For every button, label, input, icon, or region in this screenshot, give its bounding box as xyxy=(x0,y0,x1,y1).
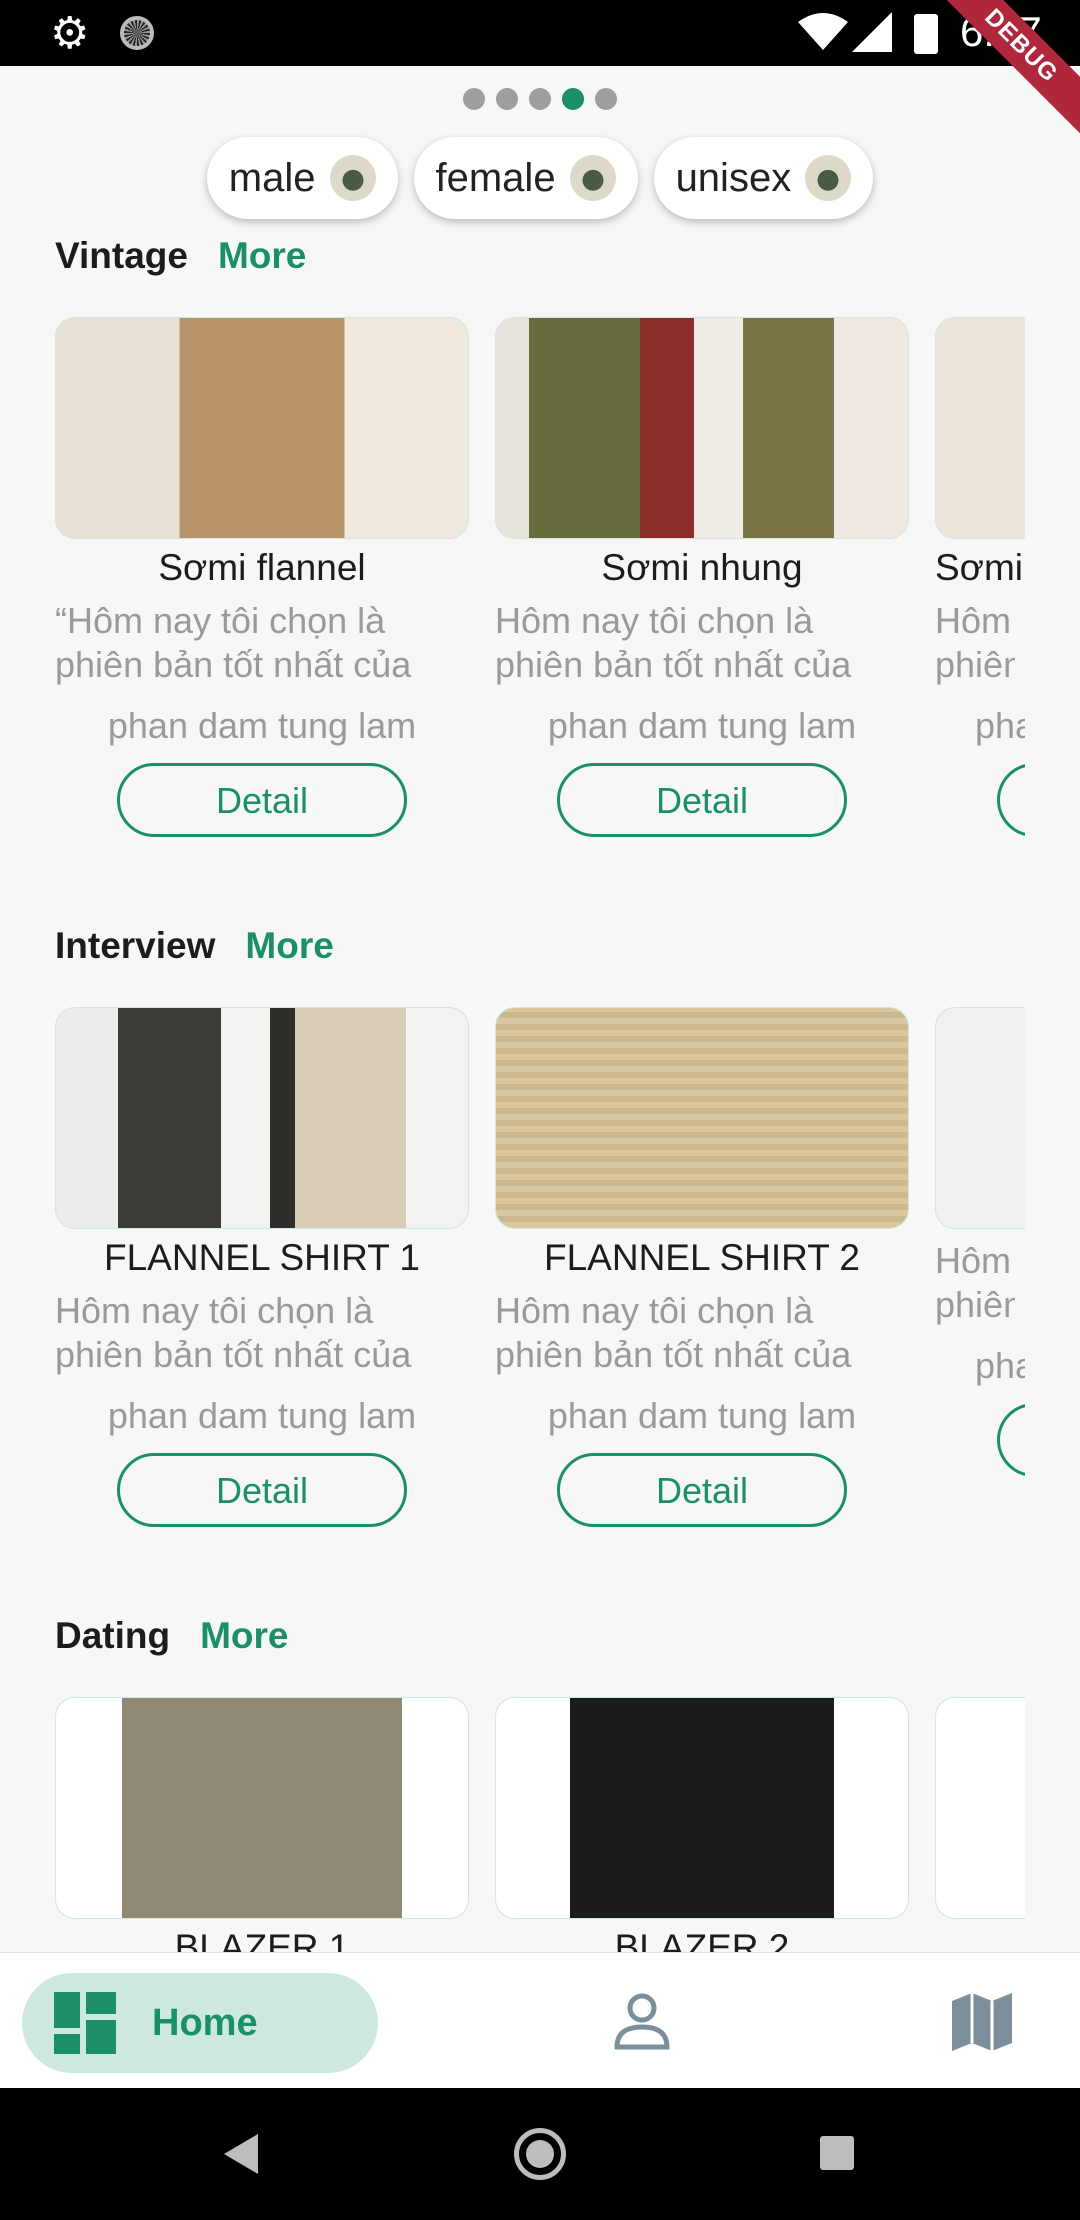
product-image xyxy=(55,317,469,539)
product-image xyxy=(55,1007,469,1229)
product-image xyxy=(495,317,909,539)
gender-filter-chips: male female unisex xyxy=(0,137,1080,219)
chip-unisex[interactable]: unisex xyxy=(653,137,874,219)
dashboard-icon xyxy=(54,1992,116,2054)
back-icon[interactable] xyxy=(224,2134,258,2174)
detail-button[interactable]: Detail xyxy=(557,1453,847,1527)
more-link[interactable]: More xyxy=(200,1615,288,1657)
wifi-icon xyxy=(798,13,848,50)
product-card[interactable] xyxy=(935,1697,1025,1927)
home-circle-icon[interactable] xyxy=(514,2128,566,2180)
section-header: Vintage More xyxy=(55,235,306,277)
section-header: Interview More xyxy=(55,925,334,967)
profile-icon[interactable] xyxy=(612,1991,672,2051)
product-image xyxy=(495,1697,909,1919)
battery-icon xyxy=(914,14,938,54)
nav-home-tab[interactable]: Home xyxy=(22,1973,378,2073)
product-author: pha xyxy=(975,1345,1025,1386)
chip-avatar-icon xyxy=(329,155,376,201)
loading-indicator-icon xyxy=(120,16,154,50)
product-title: Sơmi nhung xyxy=(601,547,803,588)
product-title: FLANNEL SHIRT 2 xyxy=(544,1237,860,1278)
product-author: phan dam tung lam xyxy=(107,705,417,746)
section-title: Vintage xyxy=(55,235,188,276)
carousel-dot[interactable] xyxy=(529,88,551,110)
section-header: Dating More xyxy=(55,1615,289,1657)
recent-apps-icon[interactable] xyxy=(820,2136,854,2170)
detail-button[interactable] xyxy=(997,1403,1025,1477)
product-image xyxy=(935,1697,1025,1919)
product-card[interactable]: FLANNEL SHIRT 1 Hôm nay tôi chọn là phiê… xyxy=(55,1007,469,1527)
product-description: Hôm nay tôi chọn là phiên bản tốt nhất c… xyxy=(495,1290,852,1375)
detail-button[interactable] xyxy=(997,763,1025,837)
nav-home-label: Home xyxy=(152,2001,258,2044)
map-icon[interactable] xyxy=(950,1991,1014,2053)
product-card[interactable]: Sơmi Hôm phiên pha xyxy=(935,317,1025,837)
product-title: BLAZER 1 xyxy=(174,1927,350,1952)
product-card[interactable]: BLAZER 1 xyxy=(55,1697,469,1952)
product-description: Hôm phiên xyxy=(935,600,1015,685)
detail-button[interactable]: Detail xyxy=(557,763,847,837)
settings-gear-icon: ⚙ xyxy=(50,9,90,58)
product-description: Hôm nay tôi chọn là phiên bản tốt nhất c… xyxy=(495,600,852,685)
carousel-dot-active[interactable] xyxy=(562,88,584,110)
chip-female[interactable]: female xyxy=(413,137,638,219)
carousel-dot[interactable] xyxy=(595,88,617,110)
product-description: “Hôm nay tôi chọn là phiên bản tốt nhất … xyxy=(55,600,412,685)
product-title: BLAZER 2 xyxy=(614,1927,790,1952)
chip-label: unisex xyxy=(675,155,792,200)
product-author: phan dam tung lam xyxy=(547,705,857,746)
product-description: Hôm phiên xyxy=(935,1240,1015,1325)
carousel-dot[interactable] xyxy=(496,88,518,110)
product-card[interactable]: Hôm phiên pha xyxy=(935,1007,1025,1477)
product-description: Hôm nay tôi chọn là phiên bản tốt nhất c… xyxy=(55,1290,412,1375)
bottom-navigation: Home xyxy=(0,1952,1080,2089)
chip-avatar-icon xyxy=(805,155,852,201)
system-navigation-bar xyxy=(0,2088,1080,2220)
product-author: phan dam tung lam xyxy=(107,1395,417,1436)
carousel-dot[interactable] xyxy=(463,88,485,110)
more-link[interactable]: More xyxy=(245,925,333,967)
product-card[interactable]: Sơmi nhung Hôm nay tôi chọn là phiên bản… xyxy=(495,317,909,837)
detail-button[interactable]: Detail xyxy=(117,1453,407,1527)
product-author: phan dam tung lam xyxy=(547,1395,857,1436)
chip-label: male xyxy=(228,155,316,200)
chip-label: female xyxy=(435,155,556,200)
section-title: Interview xyxy=(55,925,216,966)
section-title: Dating xyxy=(55,1615,171,1656)
signal-icon xyxy=(852,12,892,52)
product-title: Sơmi xyxy=(935,547,1023,588)
product-card[interactable]: BLAZER 2 xyxy=(495,1697,909,1952)
product-image xyxy=(935,317,1025,539)
product-image xyxy=(495,1007,909,1229)
product-image xyxy=(55,1697,469,1919)
product-title: Sơmi flannel xyxy=(158,547,366,588)
product-title: FLANNEL SHIRT 1 xyxy=(104,1237,420,1278)
card-carousel[interactable]: BLAZER 1 BLAZER 2 xyxy=(55,1697,1025,1952)
chip-male[interactable]: male xyxy=(206,137,398,219)
chip-avatar-icon xyxy=(569,155,616,201)
more-link[interactable]: More xyxy=(218,235,306,277)
product-author: pha xyxy=(975,705,1025,746)
detail-button[interactable]: Detail xyxy=(117,763,407,837)
status-bar: ⚙ 6:57 xyxy=(0,0,1080,66)
product-card[interactable]: Sơmi flannel “Hôm nay tôi chọn là phiên … xyxy=(55,317,469,837)
product-image xyxy=(935,1007,1025,1229)
carousel-indicator xyxy=(0,88,1080,110)
card-carousel[interactable]: Sơmi flannel “Hôm nay tôi chọn là phiên … xyxy=(55,317,1025,917)
product-card[interactable]: FLANNEL SHIRT 2 Hôm nay tôi chọn là phiê… xyxy=(495,1007,909,1527)
card-carousel[interactable]: FLANNEL SHIRT 1 Hôm nay tôi chọn là phiê… xyxy=(55,1007,1025,1607)
